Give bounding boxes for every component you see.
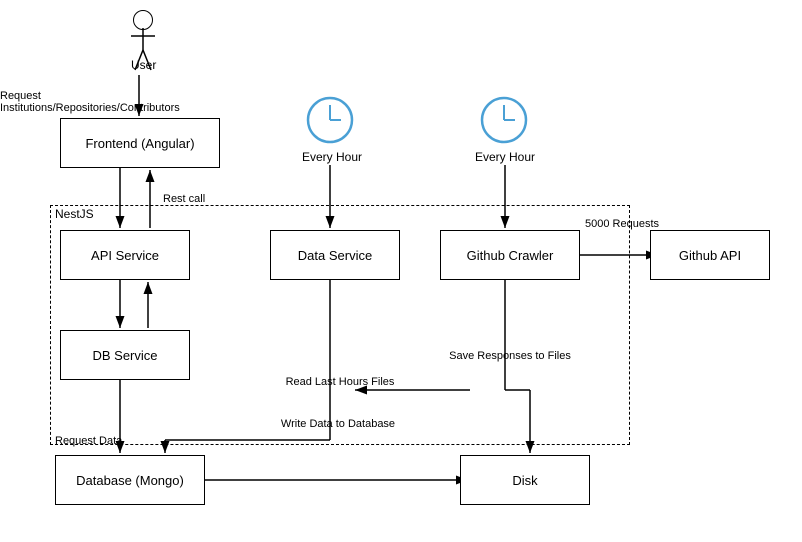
user-actor [128,10,158,88]
github-api-box: Github API [650,230,770,280]
clock-1-icon [305,95,355,148]
user-label: User [131,58,156,72]
request-data-label: Request Data [55,435,122,447]
data-service-box: Data Service [270,230,400,280]
rest-call-label: Rest call [163,193,205,205]
architecture-diagram: User Request Institutions/Repositories/C… [0,0,802,542]
write-data-label: Write Data to Database [258,418,418,430]
disk-box: Disk [460,455,590,505]
every-hour-1-label: Every Hour [297,150,367,164]
save-responses-label: Save Responses to Files [435,350,585,362]
frontend-box: Frontend (Angular) [60,118,220,168]
database-box: Database (Mongo) [55,455,205,505]
every-hour-2-label: Every Hour [470,150,540,164]
clock-2-icon [479,95,529,148]
github-crawler-box: Github Crawler [440,230,580,280]
db-service-box: DB Service [60,330,190,380]
read-last-hours-label: Read Last Hours Files [260,376,420,388]
nestjs-label: NestJS [55,207,94,221]
5000-requests-label: 5000 Requests [585,218,659,230]
request-label: Request Institutions/Repositories/Contri… [0,90,200,114]
api-service-box: API Service [60,230,190,280]
